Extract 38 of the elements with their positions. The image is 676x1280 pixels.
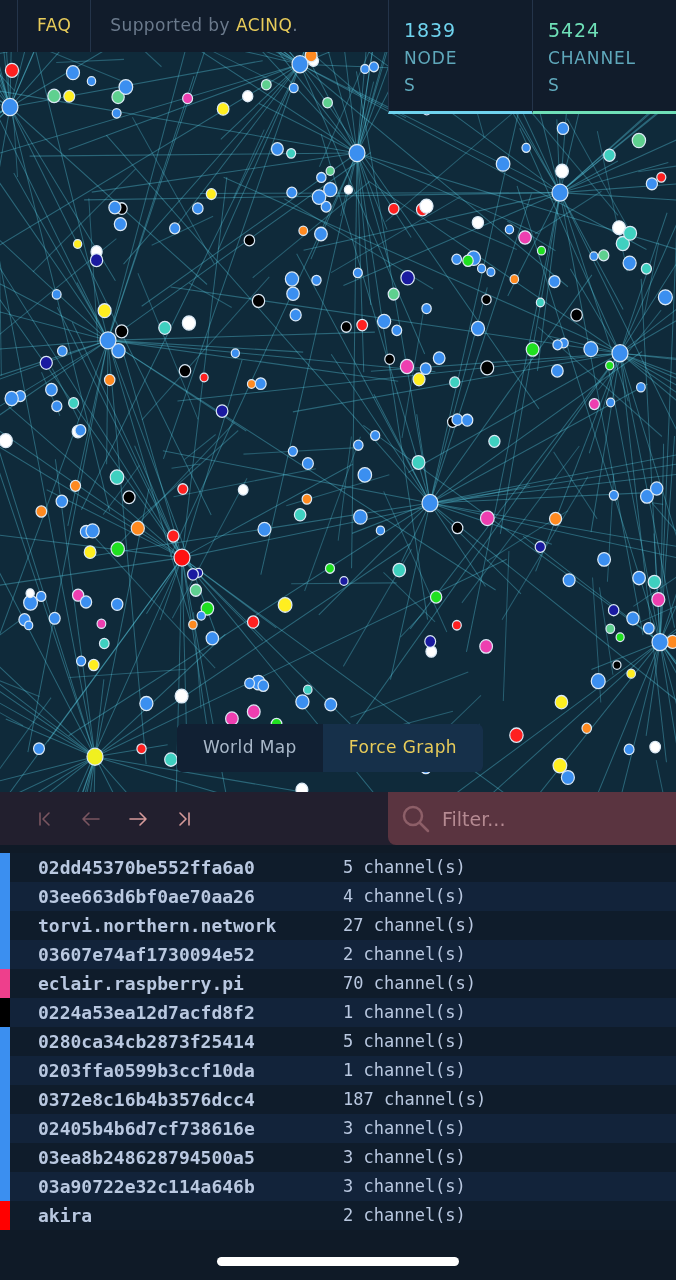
channel-count: 3 channel(s) xyxy=(343,1116,466,1140)
channel-count: 1 channel(s) xyxy=(343,1000,466,1024)
channel-count: 2 channel(s) xyxy=(343,1203,466,1227)
view-tab[interactable]: Force Graph xyxy=(322,724,484,772)
channel-count: 5 channel(s) xyxy=(343,855,466,879)
node-name[interactable]: 02dd45370be552ffa6a0 xyxy=(38,854,343,881)
node-name[interactable]: akira xyxy=(38,1202,343,1229)
sponsor-text: Supported by ACINQ. xyxy=(110,14,299,38)
channel-count: 3 channel(s) xyxy=(343,1145,466,1169)
channel-count: 187 channel(s) xyxy=(343,1087,487,1111)
faq-link[interactable]: FAQ xyxy=(18,0,92,52)
stat-value: 1839 xyxy=(404,18,458,43)
acinq-link[interactable]: ACINQ xyxy=(235,15,293,36)
channel-count: 70 channel(s) xyxy=(343,971,477,995)
node-name[interactable]: 0203ffa0599b3ccf10da xyxy=(38,1057,343,1084)
channel-count: 27 channel(s) xyxy=(343,913,477,937)
stat-value: 5424 xyxy=(548,18,602,43)
forward-arrow-icon xyxy=(128,809,148,828)
back-arrow-icon xyxy=(81,809,101,828)
node-name[interactable]: 03ee663d6bf0ae70aa26 xyxy=(38,883,343,910)
search-icon xyxy=(401,804,431,834)
channel-count: 1 channel(s) xyxy=(343,1058,466,1082)
node-name[interactable]: eclair.raspberry.pi xyxy=(38,970,343,997)
stat-label: NODES xyxy=(404,46,459,97)
channel-count: 2 channel(s) xyxy=(343,942,466,966)
node-name[interactable]: 02405b4b6d7cf738616e xyxy=(38,1115,343,1142)
node-name[interactable]: 03a90722e32c114a646b xyxy=(38,1173,343,1200)
node-name[interactable]: 0224a53ea12d7acfd8f2 xyxy=(38,999,343,1026)
channel-count: 3 channel(s) xyxy=(343,1174,466,1198)
node-name[interactable]: 0372e8c16b4b3576dcc4 xyxy=(38,1086,343,1113)
channel-count: 4 channel(s) xyxy=(343,884,466,908)
filter-field[interactable]: Filter... xyxy=(388,792,676,845)
node-name[interactable]: 03ea8b248628794500a5 xyxy=(38,1144,343,1171)
node-name[interactable]: torvi.northern.network xyxy=(38,912,343,939)
stat-label: CHANNELS xyxy=(548,46,637,97)
channel-count: 5 channel(s) xyxy=(343,1029,466,1053)
node-name[interactable]: 03607e74af1730094e52 xyxy=(38,941,343,968)
node-name[interactable]: 0280ca34cb2873f25414 xyxy=(38,1028,343,1055)
